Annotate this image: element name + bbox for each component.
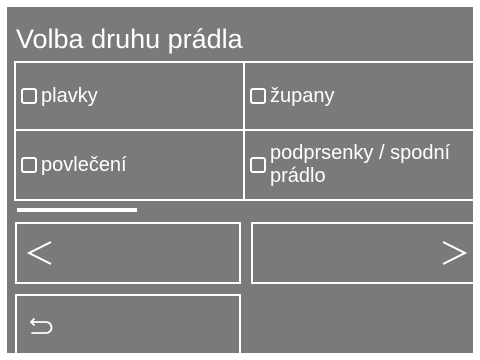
previous-page-button[interactable] [15,222,241,284]
option-label: župany [270,84,335,107]
checkbox-icon [250,157,266,173]
checkbox-icon [21,157,37,173]
chevron-left-icon [26,241,52,265]
screen: Volba druhu prádla plavky župany povleče… [7,7,477,356]
option-plavky[interactable]: plavky [16,63,245,131]
checkbox-icon [250,88,266,104]
page-title: Volba druhu prádla [16,24,243,54]
option-label: podprsenky / spodní prádlo [270,142,451,187]
page-indicator [17,208,137,212]
back-arrow-icon [30,318,53,334]
back-button[interactable] [15,294,241,356]
checkbox-icon [21,88,37,104]
next-page-button[interactable] [251,222,477,284]
chevron-right-icon [442,241,468,265]
option-podprsenky[interactable]: podprsenky / spodní prádlo [245,131,477,199]
laundry-type-options: plavky župany povlečení podprsenky / spo… [14,61,477,201]
option-zupany[interactable]: župany [245,63,477,131]
option-label: povlečení [41,153,127,176]
option-label: plavky [41,84,98,107]
option-povleceni[interactable]: povlečení [16,131,245,199]
